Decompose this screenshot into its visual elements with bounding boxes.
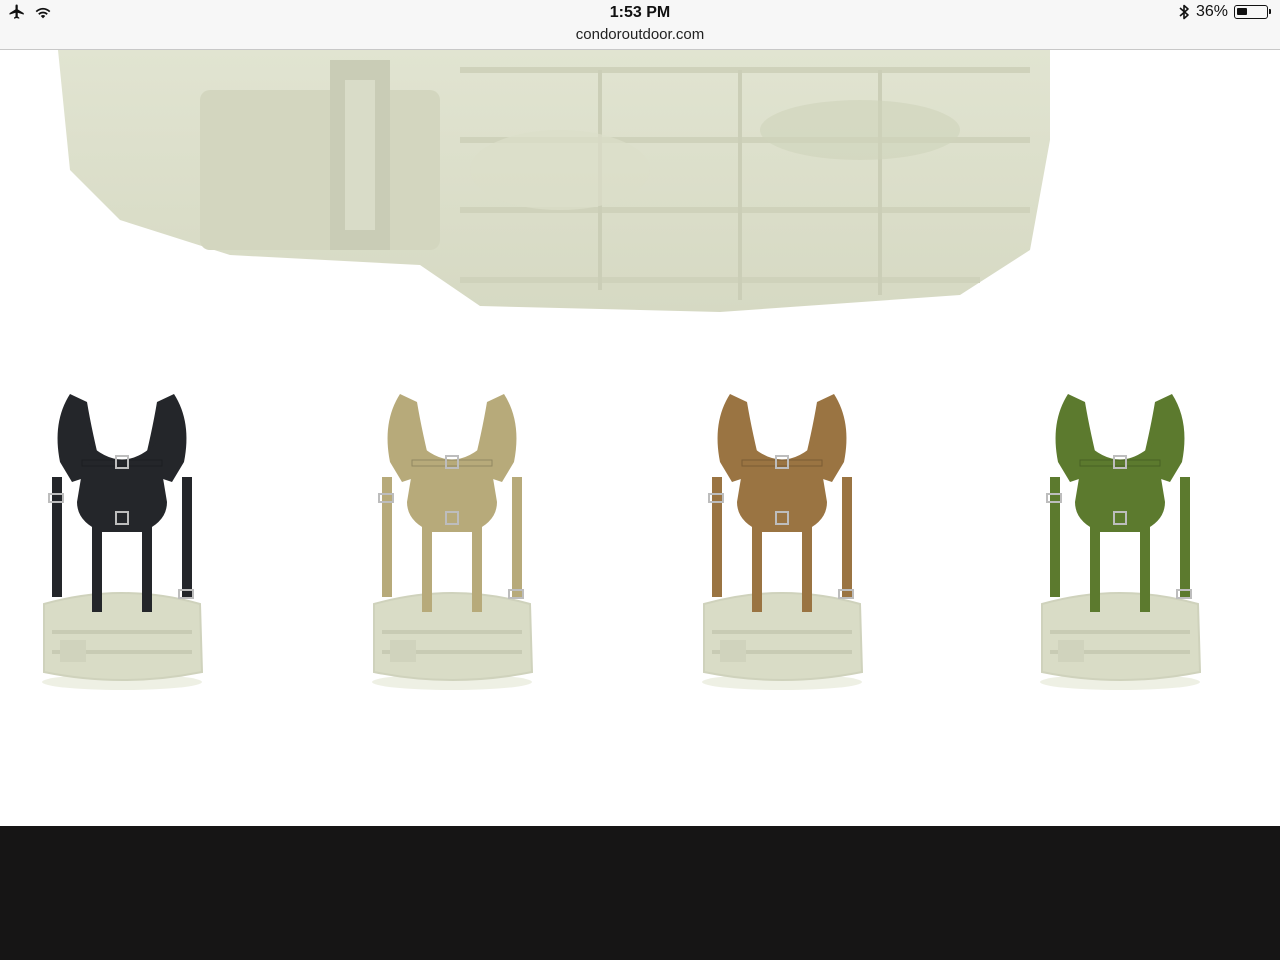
status-icons-right: 36% xyxy=(1178,3,1271,21)
harness-variant-olive[interactable] xyxy=(1030,382,1210,692)
status-time: 1:53 PM xyxy=(609,4,671,21)
battery-icon xyxy=(1234,5,1271,19)
address-bar-url[interactable]: condoroutdoor.com xyxy=(0,26,1280,43)
page-footer xyxy=(0,826,1280,960)
belt-image xyxy=(0,50,1280,330)
battery-percent: 36% xyxy=(1195,3,1228,20)
harness-variant-black[interactable] xyxy=(32,382,212,692)
harness-variant-tan[interactable] xyxy=(362,382,542,692)
harness-variant-coyote[interactable] xyxy=(692,382,872,692)
battery-level-fill xyxy=(1237,8,1247,15)
bluetooth-icon xyxy=(1179,4,1189,20)
browser-top-bar: 1:53 PM condoroutdoor.com 36% xyxy=(0,0,1280,50)
